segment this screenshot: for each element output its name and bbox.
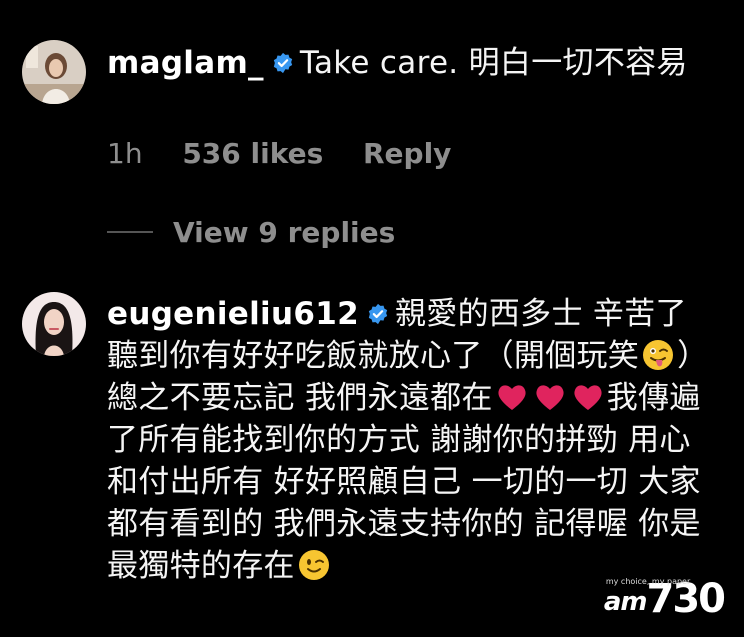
comment-text: eugenieliu612 親愛的西多士 辛苦了 聽到你有好好吃飯就放心了（開個玩… [107,293,712,587]
avatar[interactable] [22,40,86,104]
verified-badge-icon [368,303,388,325]
watermark-brand: am [603,587,648,617]
avatar[interactable] [22,292,86,356]
divider-line [107,231,153,233]
winking-face-with-tongue-icon [643,340,674,370]
comment-text: maglam_ Take care. 明白一切不容易 [107,42,727,84]
red-heart-icon [498,385,526,410]
view-replies-label: View 9 replies [173,215,396,249]
username[interactable]: maglam_ [107,45,264,81]
watermark-tagline: my choice, my paper [605,577,691,586]
username[interactable]: eugenieliu612 [107,296,359,332]
reply-button[interactable]: Reply [363,137,451,170]
verified-badge-icon [273,52,293,74]
likes-count[interactable]: 536 likes [182,137,323,170]
comment-meta: 1h 536 likes Reply [107,137,481,170]
watermark-number: 730 [646,576,726,622]
am730-watermark-logo: my choice, my paper am 730 [603,576,726,622]
red-heart-icon [574,385,602,410]
timestamp: 1h [107,137,143,170]
view-replies-button[interactable]: View 9 replies [107,214,395,250]
red-heart-icon [536,385,564,410]
winking-face-icon [298,550,329,580]
comment-body: Take care. 明白一切不容易 [299,45,688,81]
